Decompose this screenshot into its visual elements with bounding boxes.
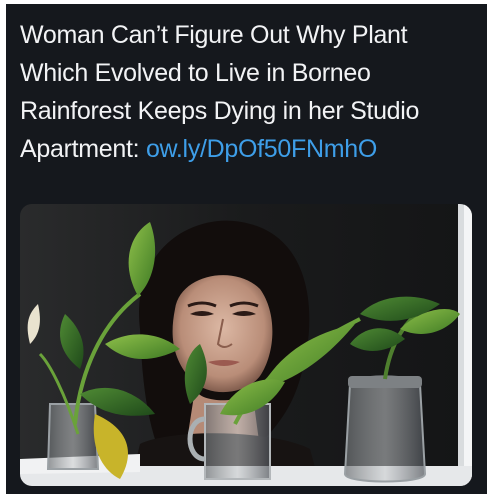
- tweet-link[interactable]: ow.ly/DpOf50FNmhO: [146, 135, 377, 163]
- photo-woman-with-plants-icon: [20, 204, 472, 486]
- tweet-headline-paragraph: Woman Can’t Figure Out Why Plant Which E…: [20, 16, 475, 168]
- tweet-card: Woman Can’t Figure Out Why Plant Which E…: [6, 4, 487, 494]
- tweet-photo[interactable]: [20, 204, 472, 486]
